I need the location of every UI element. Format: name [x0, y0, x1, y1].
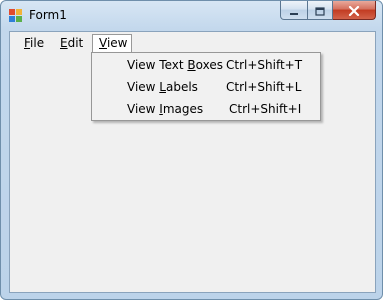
minimize-icon [289, 1, 299, 20]
maximize-icon [315, 1, 325, 20]
menu-item-shortcut: Ctrl+Shift+T [226, 58, 303, 72]
menu-file-label: File [24, 36, 45, 50]
menu-item-view-labels[interactable]: View Labels Ctrl+Shift+L [94, 76, 318, 98]
menu-file[interactable]: File [18, 34, 50, 52]
window-title: Form1 [29, 8, 67, 22]
menu-item-label: View Text Boxes [127, 58, 223, 72]
menu-edit-label: Edit [60, 36, 84, 50]
caption-buttons [280, 1, 376, 20]
view-dropdown-menu: View Text Boxes Ctrl+Shift+T View Labels… [91, 52, 321, 121]
maximize-button[interactable] [308, 1, 333, 20]
close-icon [348, 1, 360, 20]
app-icon[interactable] [9, 9, 23, 23]
title-bar[interactable]: Form1 [1, 1, 382, 31]
menu-item-label: View Images [127, 102, 204, 116]
menu-item-label: View Labels [127, 80, 198, 94]
menu-bar: File Edit View [10, 32, 375, 54]
menu-view-label: View [99, 36, 128, 50]
menu-item-view-images[interactable]: View Images Ctrl+Shift+I [94, 98, 318, 120]
minimize-button[interactable] [280, 1, 308, 20]
menu-item-shortcut: Ctrl+Shift+L [226, 80, 302, 94]
app-window: Form1 File Edit View View Text Boxes Ctr… [0, 0, 383, 300]
menu-edit[interactable]: Edit [54, 34, 89, 52]
menu-view[interactable]: View [92, 34, 132, 52]
menu-item-view-text-boxes[interactable]: View Text Boxes Ctrl+Shift+T [94, 54, 318, 76]
close-button[interactable] [333, 1, 376, 20]
menu-item-shortcut: Ctrl+Shift+I [229, 102, 302, 116]
